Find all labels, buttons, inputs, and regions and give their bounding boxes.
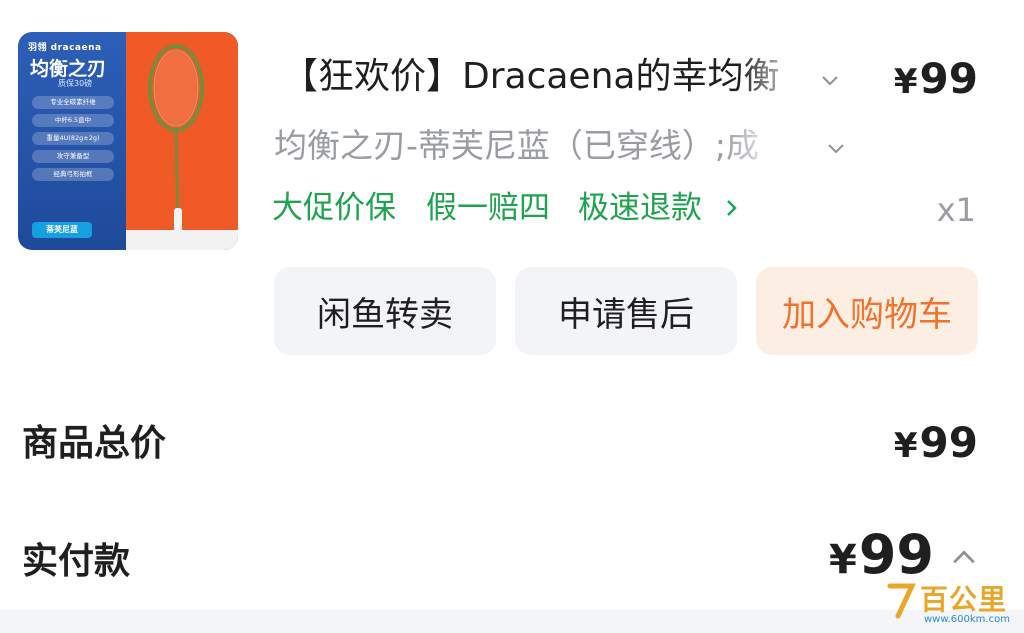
thumbnail-sub: 质保30磅 xyxy=(58,79,93,88)
thumbnail-feature: 攻守兼备型 xyxy=(32,150,114,163)
service-fast-refund[interactable]: 极速退款 xyxy=(578,184,702,232)
service-authentic-guarantee[interactable]: 假一赔四 xyxy=(426,184,550,232)
thumbnail-name: 均衡之刃 xyxy=(30,58,107,80)
thumbnail-feature: 专业全碳素纤维 xyxy=(32,96,114,109)
product-thumbnail[interactable]: 羽翎 dracaena 均衡之刃 质保30磅 专业全碳素纤维 中杆6.5直中 重… xyxy=(18,32,238,250)
chevron-right-icon[interactable] xyxy=(722,198,742,218)
product-title[interactable]: 【狂欢价】Dracaena的幸均衡 xyxy=(282,50,802,104)
product-price-value: 99 xyxy=(919,54,978,103)
product-quantity: x1 xyxy=(936,191,976,229)
currency-symbol: ¥ xyxy=(829,537,857,583)
watermark-text: 百公里 xyxy=(920,583,1008,616)
total-label: 商品总价 xyxy=(22,423,167,464)
bottom-divider xyxy=(0,610,1024,633)
currency-symbol: ¥ xyxy=(893,62,918,102)
thumbnail-color-tag: 蒂芙尼蓝 xyxy=(32,222,92,238)
product-spec[interactable]: 均衡之刃-蒂芙尼蓝（已穿线）;成 xyxy=(274,120,784,172)
thumbnail-feature: 中杆6.5直中 xyxy=(32,114,114,127)
chevron-down-icon[interactable] xyxy=(820,70,840,90)
product-price: ¥99 xyxy=(894,52,978,109)
watermark: 百公里 www.600km.com xyxy=(886,578,1016,630)
total-price: ¥99 xyxy=(894,414,978,475)
watermark-url: www.600km.com xyxy=(924,614,1010,625)
watermark-logo-icon xyxy=(887,583,916,619)
total-price-value: 99 xyxy=(919,418,978,467)
resell-button[interactable]: 闲鱼转卖 xyxy=(274,267,496,355)
after-sale-button[interactable]: 申请售后 xyxy=(515,267,737,355)
chevron-down-icon[interactable] xyxy=(826,138,846,158)
currency-symbol: ¥ xyxy=(893,426,918,466)
paid-label: 实付款 xyxy=(22,541,131,582)
racket-icon xyxy=(148,44,204,234)
service-price-protection[interactable]: 大促价保 xyxy=(272,184,396,232)
add-to-cart-button[interactable]: 加入购物车 xyxy=(756,267,978,355)
thumbnail-feature: 重量4U(82g±2g) xyxy=(32,132,114,145)
chevron-up-icon[interactable] xyxy=(950,544,978,572)
thumbnail-brand: 羽翎 dracaena xyxy=(28,43,102,53)
thumbnail-feature: 经典弓形拍框 xyxy=(32,168,114,181)
paid-price-value: 99 xyxy=(858,523,934,586)
